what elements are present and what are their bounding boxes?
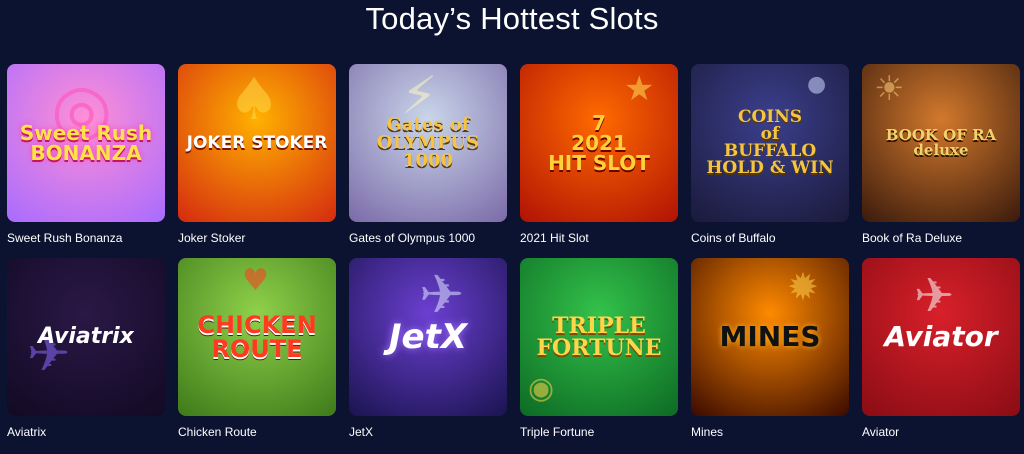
game-card-aviator[interactable]: ✈ Aviator Aviator xyxy=(862,258,1020,439)
game-art-title: Aviator xyxy=(884,320,998,353)
game-name[interactable]: Aviatrix xyxy=(7,425,165,439)
game-card-2021-hit-slot[interactable]: ★ 7 2021 HIT SLOT 2021 Hit Slot xyxy=(520,64,678,245)
game-name[interactable]: JetX xyxy=(349,425,507,439)
game-art-title: Gates of OLYMPUS 1000 xyxy=(376,114,480,171)
game-card-mines[interactable]: ✹ MINES Mines xyxy=(691,258,849,439)
game-card-sweet-rush-bonanza[interactable]: ◎ Sweet Rush BONANZA Sweet Rush Bonanza xyxy=(7,64,165,245)
games-row: ✈ Aviatrix Aviatrix ♥ CHICKEN ROUTE Chicken … xyxy=(7,258,1020,439)
game-name[interactable]: Triple Fortune xyxy=(520,425,678,439)
game-art-title: JetX xyxy=(388,317,468,357)
game-name[interactable]: Mines xyxy=(691,425,849,439)
seven-icon: ★ xyxy=(624,69,655,109)
game-name[interactable]: Joker Stoker xyxy=(178,231,336,245)
buffalo-icon: ● xyxy=(807,72,827,97)
slots-section: Today’s Hottest Slots ◎ Sweet Rush BONANZ… xyxy=(0,0,1024,454)
joker-icon: ♠ xyxy=(228,65,280,133)
game-thumbnail[interactable]: ✈ Aviatrix xyxy=(7,258,165,416)
chicken-icon: ♥ xyxy=(242,263,269,298)
bomb-icon: ✹ xyxy=(787,265,819,309)
game-card-book-of-ra-deluxe[interactable]: ☀ BOOK OF RA deluxe Book of Ra Deluxe xyxy=(862,64,1020,245)
game-card-joker-stoker[interactable]: ♠ JOKER STOKER Joker Stoker xyxy=(178,64,336,245)
games-row: ◎ Sweet Rush BONANZA Sweet Rush Bonanza ♠ J… xyxy=(7,64,1020,245)
game-name[interactable]: Aviator xyxy=(862,425,1020,439)
game-thumbnail[interactable]: ● COINS of BUFFALO HOLD & WIN xyxy=(691,64,849,222)
propeller-plane-icon: ✈ xyxy=(914,268,955,324)
game-name[interactable]: 2021 Hit Slot xyxy=(520,231,678,245)
game-thumbnail[interactable]: ✈ JetX xyxy=(349,258,507,416)
game-art-title: TRIPLE FORTUNE xyxy=(536,313,662,361)
game-thumbnail[interactable]: ◎ Sweet Rush BONANZA xyxy=(7,64,165,222)
explorer-icon: ☀ xyxy=(874,69,905,109)
game-thumbnail[interactable]: ⚡ Gates of OLYMPUS 1000 xyxy=(349,64,507,222)
game-art-title: Sweet Rush BONANZA xyxy=(19,121,153,165)
game-art-title: 7 2021 HIT SLOT xyxy=(548,111,650,175)
section-heading: Today’s Hottest Slots xyxy=(365,1,659,36)
game-art-title: COINS of BUFFALO HOLD & WIN xyxy=(706,107,834,178)
games-grid: ◎ Sweet Rush BONANZA Sweet Rush Bonanza ♠ J… xyxy=(7,64,1020,452)
game-name[interactable]: Coins of Buffalo xyxy=(691,231,849,245)
game-card-chicken-route[interactable]: ♥ CHICKEN ROUTE Chicken Route xyxy=(178,258,336,439)
game-thumbnail[interactable]: ✹ MINES xyxy=(691,258,849,416)
game-card-triple-fortune[interactable]: ◉ TRIPLE FORTUNE Triple Fortune xyxy=(520,258,678,439)
game-card-jetx[interactable]: ✈ JetX JetX xyxy=(349,258,507,439)
game-thumbnail[interactable]: ☀ BOOK OF RA deluxe xyxy=(862,64,1020,222)
game-thumbnail[interactable]: ◉ TRIPLE FORTUNE xyxy=(520,258,678,416)
game-name[interactable]: Gates of Olympus 1000 xyxy=(349,231,507,245)
game-card-aviatrix[interactable]: ✈ Aviatrix Aviatrix xyxy=(7,258,165,439)
game-art-title: MINES xyxy=(719,320,821,353)
game-name[interactable]: Sweet Rush Bonanza xyxy=(7,231,165,245)
game-name[interactable]: Chicken Route xyxy=(178,425,336,439)
game-thumbnail[interactable]: ♥ CHICKEN ROUTE xyxy=(178,258,336,416)
game-art-title: JOKER STOKER xyxy=(186,132,328,153)
coin-icon: ◉ xyxy=(528,371,555,406)
game-name[interactable]: Book of Ra Deluxe xyxy=(862,231,1020,245)
game-card-gates-of-olympus-1000[interactable]: ⚡ Gates of OLYMPUS 1000 Gates of Olympus 1… xyxy=(349,64,507,245)
game-card-coins-of-buffalo[interactable]: ● COINS of BUFFALO HOLD & WIN Coins of Buf… xyxy=(691,64,849,245)
jet-icon: ✈ xyxy=(419,263,465,326)
game-thumbnail[interactable]: ✈ Aviator xyxy=(862,258,1020,416)
game-art-title: CHICKEN ROUTE xyxy=(197,311,317,363)
game-thumbnail[interactable]: ♠ JOKER STOKER xyxy=(178,64,336,222)
game-art-title: BOOK OF RA deluxe xyxy=(885,126,997,159)
game-art-title: Aviatrix xyxy=(38,324,134,349)
game-thumbnail[interactable]: ★ 7 2021 HIT SLOT xyxy=(520,64,678,222)
